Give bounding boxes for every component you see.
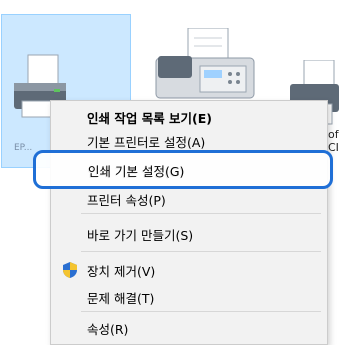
- printer-label: EP...: [14, 143, 33, 153]
- menu-item-troubleshoot[interactable]: 문제 해결(T): [52, 283, 328, 311]
- fax-printer-icon[interactable]: [150, 28, 260, 108]
- menu-separator: [81, 251, 321, 252]
- right-label-1: of: [328, 128, 339, 141]
- highlighted-item-label: 인쇄 기본 설정(G): [88, 164, 185, 179]
- menu-separator: [81, 213, 321, 214]
- menu-item-remove-device[interactable]: 장치 제거(V): [52, 256, 328, 284]
- menu-item-create-shortcut[interactable]: 바로 가기 만들기(S): [52, 220, 328, 248]
- menu-separator: [81, 311, 321, 312]
- highlight-callout: 인쇄 기본 설정(G): [33, 150, 333, 189]
- context-menu: 인쇄 작업 목록 보기(E) 기본 프린터로 설정(A) 인쇄 기본 설정(G)…: [50, 100, 328, 345]
- menu-item-properties[interactable]: 속성(R): [52, 314, 328, 342]
- shield-icon: [63, 262, 77, 278]
- menu-item-printer-properties[interactable]: 프린터 속성(P): [52, 185, 328, 213]
